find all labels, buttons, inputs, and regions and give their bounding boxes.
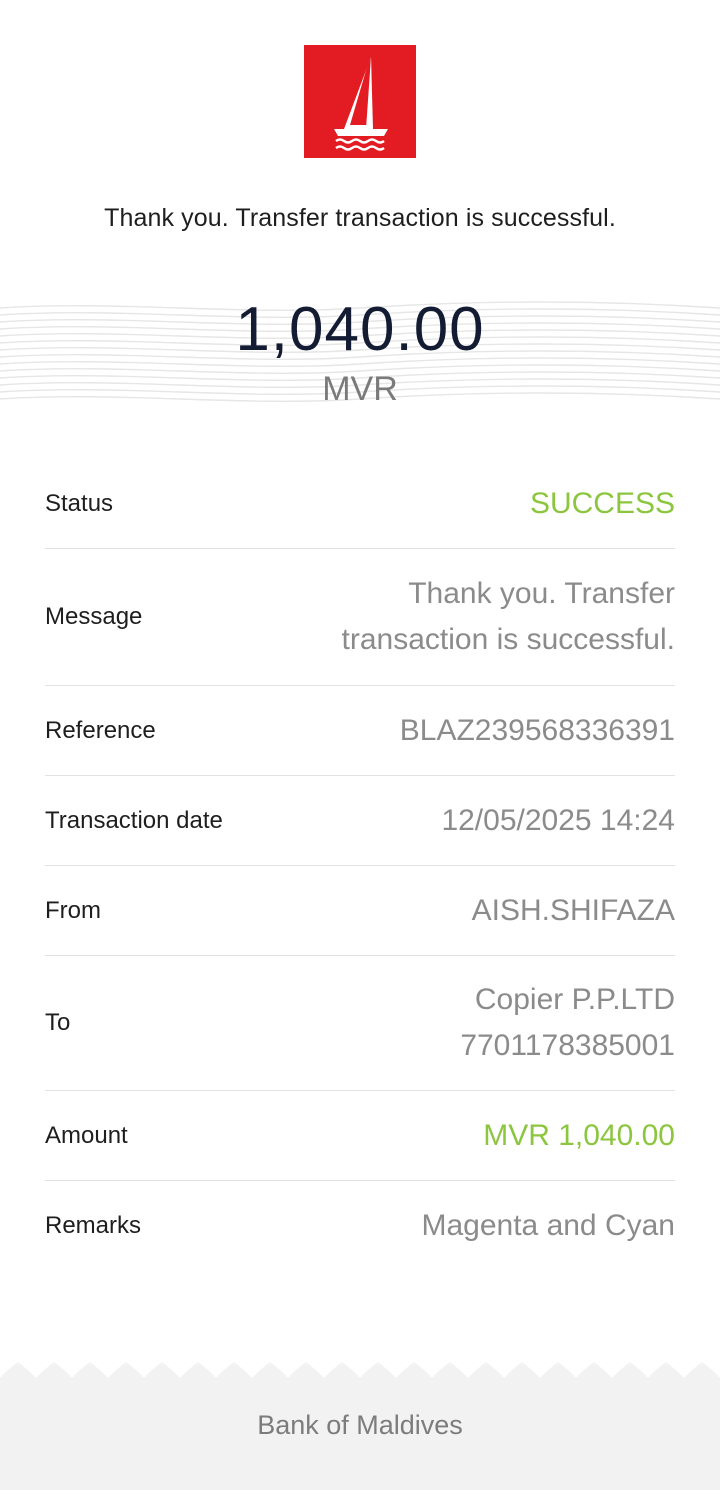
amount-label: Amount <box>45 1121 128 1149</box>
transaction-details: Status SUCCESS Message Thank you. Transf… <box>45 460 675 1271</box>
transaction-date-value: 12/05/2025 14:24 <box>441 803 675 837</box>
transaction-date-label: Transaction date <box>45 806 223 834</box>
detail-row-amount: Amount MVR 1,040.00 <box>45 1091 675 1181</box>
detail-row-reference: Reference BLAZ239568336391 <box>45 686 675 776</box>
detail-row-status: Status SUCCESS <box>45 460 675 549</box>
to-name: Copier P.P.LTD <box>474 983 675 1016</box>
from-label: From <box>45 896 101 924</box>
bank-name: Bank of Maldives <box>257 1410 463 1440</box>
detail-row-to: To Copier P.P.LTD 7701178385001 <box>45 956 675 1091</box>
message-value: Thank you. Transfer transaction is succe… <box>342 571 675 663</box>
to-account-number: 7701178385001 <box>460 1029 675 1062</box>
transfer-receipt: Thank you. Transfer transaction is succe… <box>0 0 720 1490</box>
to-label: To <box>45 1009 71 1036</box>
to-value: Copier P.P.LTD 7701178385001 <box>460 977 675 1069</box>
sailboat-icon <box>304 45 416 158</box>
transfer-amount: 1,040.00 <box>235 295 485 364</box>
message-value-line: transaction is successful. <box>341 623 675 656</box>
detail-row-remarks: Remarks Magenta and Cyan <box>45 1181 675 1271</box>
detail-row-from: From AISH.SHIFAZA <box>45 866 675 956</box>
status-label: Status <box>45 490 114 517</box>
success-headline: Thank you. Transfer transaction is succe… <box>104 204 616 232</box>
message-value-line: Thank you. Transfer <box>408 577 675 610</box>
message-label: Message <box>45 603 143 630</box>
reference-label: Reference <box>45 716 156 744</box>
amount-value: MVR 1,040.00 <box>483 1118 675 1152</box>
remarks-value: Magenta and Cyan <box>421 1209 675 1242</box>
remarks-label: Remarks <box>45 1212 142 1239</box>
status-value: SUCCESS <box>529 487 675 520</box>
detail-row-transaction-date: Transaction date 12/05/2025 14:24 <box>45 776 675 866</box>
detail-row-message: Message Thank you. Transfer transaction … <box>45 549 675 686</box>
reference-value: BLAZ239568336391 <box>399 713 675 747</box>
from-value: AISH.SHIFAZA <box>471 893 675 927</box>
transfer-currency: MVR <box>322 370 398 408</box>
